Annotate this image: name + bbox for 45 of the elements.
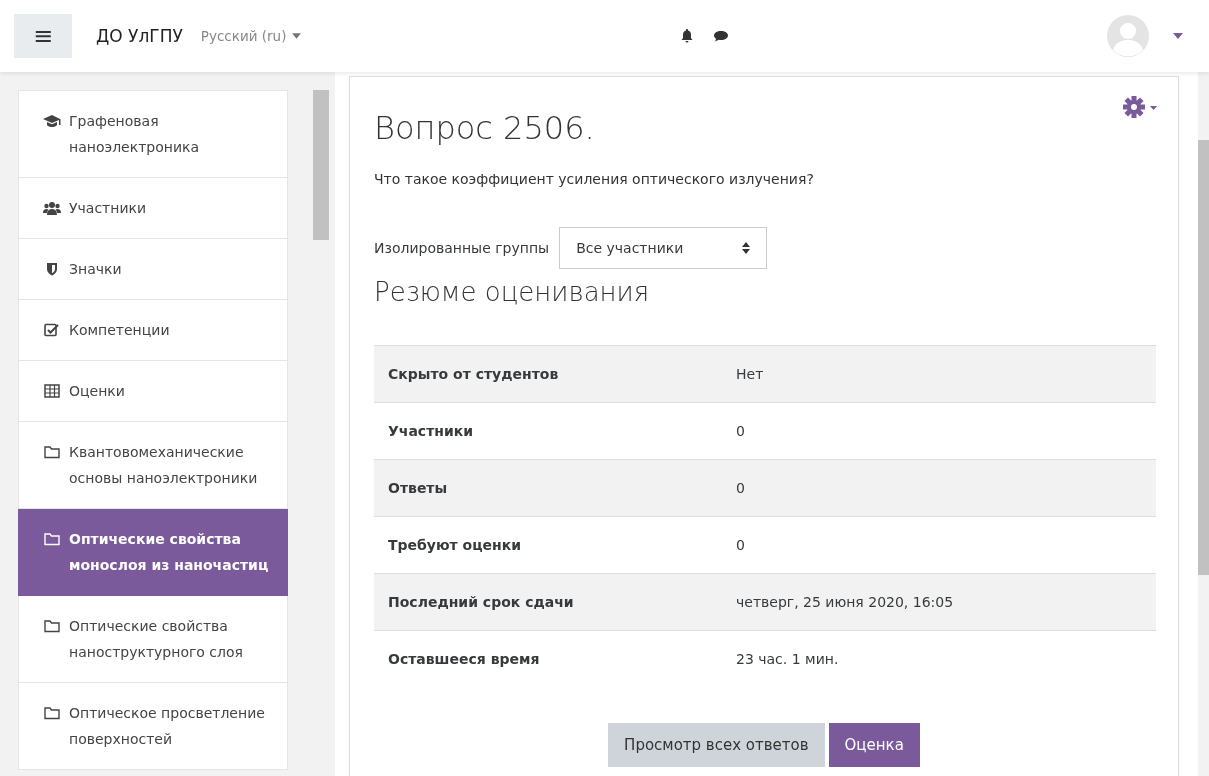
sidebar-item[interactable]: Оптические свойства наноструктурного слоя: [18, 596, 288, 683]
table-cell-text: Оставшееся время: [387, 651, 541, 667]
table-icon: [43, 384, 61, 398]
sidebar-item[interactable]: Компетенции: [18, 300, 288, 361]
view-button[interactable]: Просмотр всех ответов: [608, 723, 825, 767]
group-select[interactable]: Все участники: [559, 227, 768, 269]
folder-icon: [43, 532, 61, 546]
sidebar-item[interactable]: Оценки: [18, 361, 288, 422]
grade-button[interactable]: Оценка: [828, 723, 920, 767]
graduation-cap-icon: [43, 114, 61, 128]
table-cell-text: 0: [736, 423, 746, 439]
caret-icon: [292, 33, 302, 39]
group-label: Изолированные группы: [374, 240, 550, 256]
scrollbar[interactable]: [1198, 72, 1209, 776]
table-cell-text: Скрыто от студентов: [387, 366, 560, 382]
sidebar-item[interactable]: Графеновая наноэлектроника: [18, 90, 288, 178]
table-cell-text: Участники: [387, 423, 475, 439]
table-cell-text: Последний срок сдачи: [387, 594, 575, 610]
chat-icon[interactable]: [713, 28, 730, 44]
site-name[interactable]: ДО УлГПУ: [96, 26, 183, 46]
sort-arrows-icon: [742, 242, 751, 254]
sidebar-item[interactable]: Участники: [18, 178, 288, 239]
table-cell-text: четверг, 25 июня 2020, 16:05: [736, 594, 955, 610]
table-cell-text: Нет: [736, 366, 765, 382]
table-cell-text: 23 час. 1 мин.: [736, 651, 840, 667]
sidebar-item[interactable]: Квантовомеханические основы наноэлектроники: [18, 422, 288, 509]
settings-icon: [1122, 95, 1158, 119]
table-cell-text: 0: [736, 480, 746, 496]
sidebar-item[interactable]: Значки: [18, 239, 288, 300]
users-icon: [43, 201, 61, 215]
folder-icon: [43, 706, 61, 720]
folder-icon: [43, 619, 61, 633]
folder-icon: [43, 445, 61, 459]
section-heading: Резюме оценивания: [374, 277, 651, 307]
sidebar-item[interactable]: Оптическое просветление поверхностей: [18, 683, 288, 770]
checkbox-icon: [43, 323, 61, 337]
caret-icon[interactable]: [1173, 33, 1183, 39]
table-cell-text: Требуют оценки: [387, 537, 523, 553]
language-menu[interactable]: Русский (ru): [200, 28, 302, 44]
page-title: Вопрос 2506.: [374, 109, 595, 147]
sidebar-item[interactable]: Оптические свойства монослоя из наночастиц: [18, 509, 288, 596]
question-text: Что такое коэффициент усиления оптического излучения?: [374, 171, 815, 187]
table-cell-text: 0: [736, 537, 746, 553]
table-cell-text: Ответы: [387, 480, 449, 496]
menu-button[interactable]: ≡: [14, 14, 72, 58]
